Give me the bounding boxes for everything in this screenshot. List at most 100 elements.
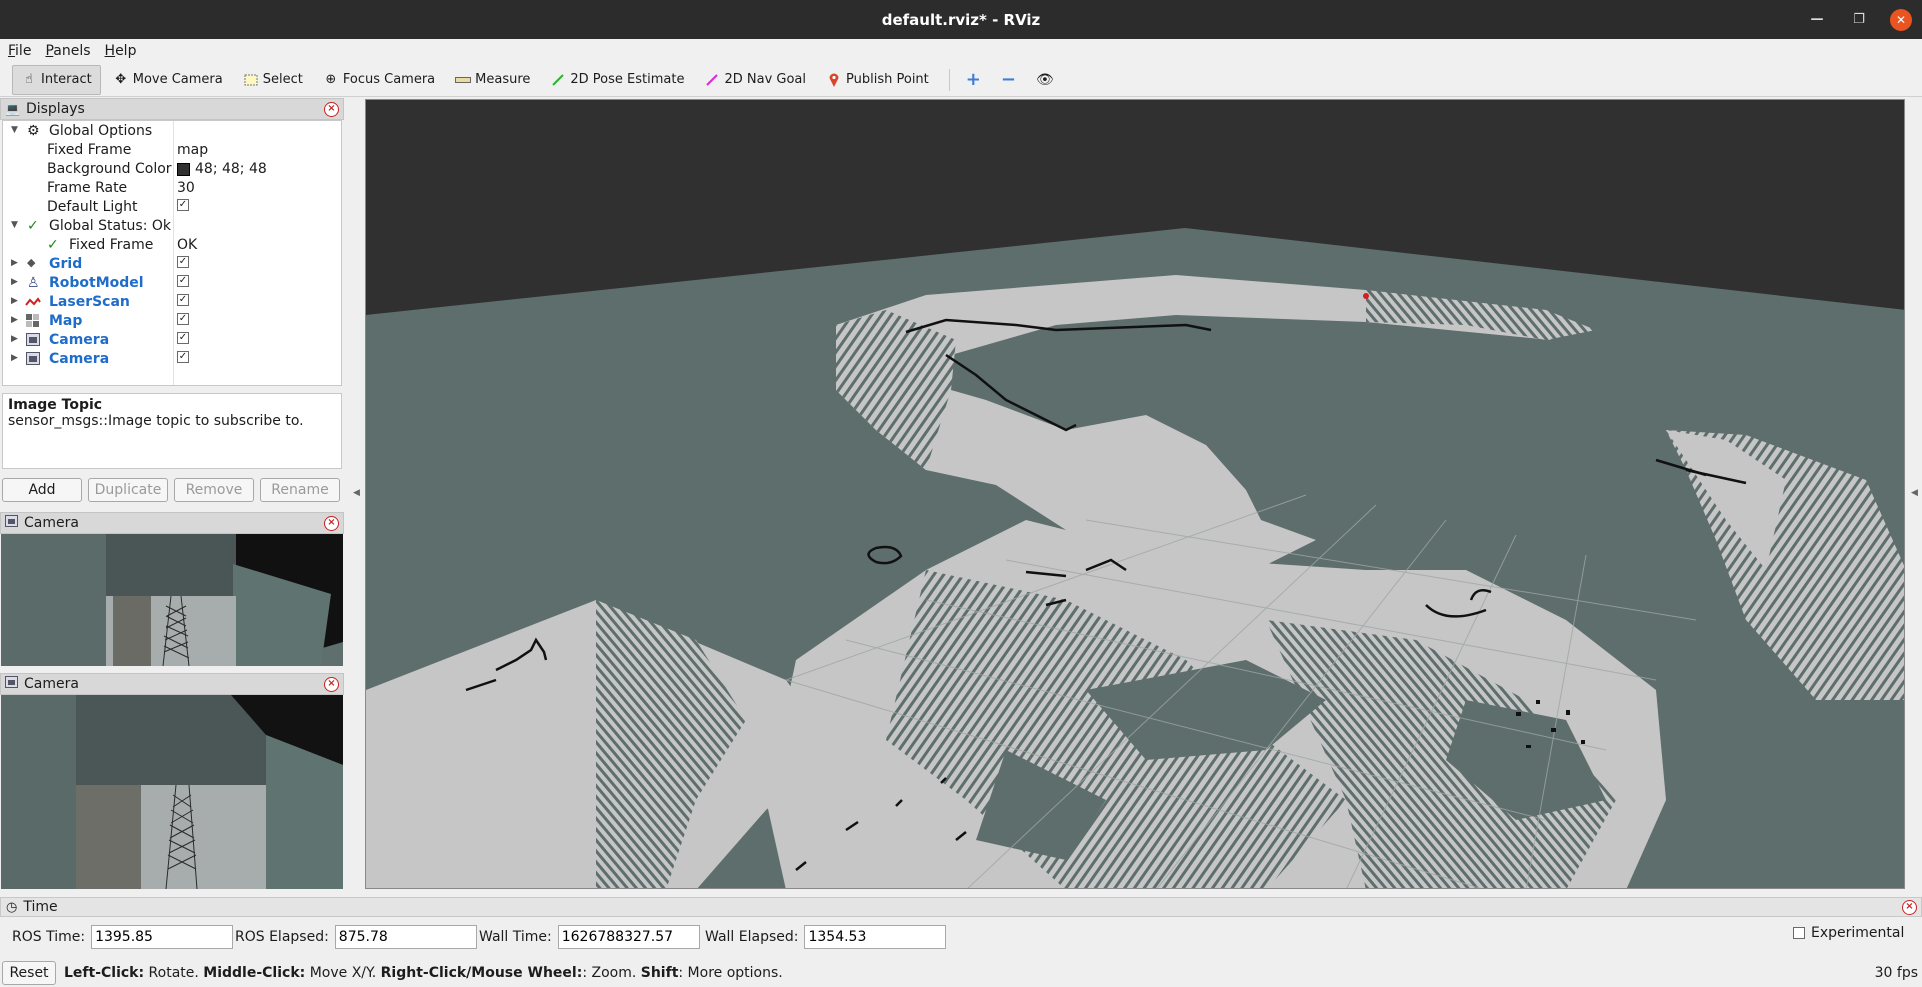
collapse-right-arrow-icon[interactable]: ◀ — [1911, 488, 1919, 498]
collapse-left-arrow-icon[interactable]: ◀ — [353, 488, 361, 498]
tree-row-robotmodel[interactable]: ▶ ♙ RobotModel ✓ — [3, 274, 341, 293]
tool-label: Measure — [475, 72, 531, 87]
collapsed-arrow-icon[interactable]: ▶ — [11, 353, 18, 363]
close-panel-icon[interactable]: × — [324, 677, 339, 692]
reset-button[interactable]: Reset — [2, 960, 56, 985]
tool-2d-pose-estimate[interactable]: 2D Pose Estimate — [542, 65, 692, 95]
tree-row-frame-rate[interactable]: Frame Rate 30 — [3, 179, 341, 198]
ros-elapsed-label: ROS Elapsed: — [235, 929, 329, 945]
experimental-option[interactable]: Experimental — [1793, 925, 1904, 941]
robot-icon: ♙ — [27, 275, 40, 291]
remove-tool-icon[interactable]: − — [993, 65, 1024, 95]
wall-elapsed-label: Wall Elapsed: — [705, 929, 799, 945]
map-enabled-checkbox[interactable]: ✓ — [177, 313, 189, 325]
close-panel-icon[interactable]: × — [324, 102, 339, 117]
tree-row-grid[interactable]: ▶ ◆ Grid ✓ — [3, 255, 341, 274]
wall-time-input[interactable] — [557, 925, 700, 949]
select-icon — [243, 72, 259, 88]
tool-focus-camera[interactable]: ⊕ Focus Camera — [315, 65, 443, 95]
tool-publish-point[interactable]: Publish Point — [818, 65, 937, 95]
tree-row-label: Global Options — [49, 123, 153, 139]
camera-display-icon — [26, 352, 40, 369]
display-label: Map — [49, 313, 83, 329]
restore-icon[interactable]: ❐ — [1848, 9, 1870, 31]
tool-select[interactable]: Select — [235, 65, 311, 95]
close-panel-icon[interactable]: × — [324, 516, 339, 531]
ros-time-input[interactable] — [91, 925, 234, 949]
camera-image-2[interactable] — [1, 695, 343, 889]
tree-row-global-options[interactable]: ▼ ⚙ Global Options — [3, 122, 341, 141]
default-light-checkbox[interactable]: ✓ — [177, 199, 189, 211]
camera-panel-header: Camera × — [0, 512, 344, 534]
tool-label: 2D Nav Goal — [724, 72, 807, 87]
ros-time-field: ROS Time: — [12, 925, 234, 949]
menu-help[interactable]: Help — [105, 43, 137, 59]
left-dock: 💻 Displays × ▼ ⚙ Global Options Fixed Fr… — [0, 98, 344, 891]
description-text: sensor_msgs::Image topic to subscribe to… — [8, 413, 304, 429]
tree-row-camera-1[interactable]: ▶ Camera ✓ — [3, 331, 341, 350]
camera-panel-header: Camera × — [0, 673, 344, 695]
wall-time-field: Wall Time: — [479, 925, 700, 949]
menu-file[interactable]: File — [8, 43, 31, 59]
remove-button[interactable]: Remove — [174, 478, 254, 502]
menu-panels[interactable]: Panels — [45, 43, 90, 59]
camera-panel-1: Camera × — [0, 512, 344, 667]
3d-render-view[interactable] — [365, 99, 1905, 889]
move-camera-icon: ✥ — [115, 72, 127, 87]
camera-image-1[interactable] — [1, 534, 343, 666]
tree-row-global-status[interactable]: ▼ ✓ Global Status: Ok — [3, 217, 341, 236]
wall-elapsed-input[interactable] — [804, 925, 947, 949]
magenta-arrow-icon — [704, 72, 720, 88]
grid-enabled-checkbox[interactable]: ✓ — [177, 256, 189, 268]
tool-2d-nav-goal[interactable]: 2D Nav Goal — [696, 65, 814, 95]
frame-rate-value[interactable]: 30 — [177, 180, 195, 196]
add-tool-icon[interactable]: + — [958, 65, 989, 95]
collapsed-arrow-icon[interactable]: ▶ — [11, 277, 18, 287]
camera-1-enabled-checkbox[interactable]: ✓ — [177, 332, 189, 344]
hint-text: Move X/Y. — [305, 964, 381, 981]
menu-bar: File Panels Help — [0, 39, 1922, 63]
expanded-arrow-icon[interactable]: ▼ — [11, 125, 18, 135]
color-swatch[interactable] — [177, 162, 190, 176]
camera-2-enabled-checkbox[interactable]: ✓ — [177, 351, 189, 363]
close-panel-icon[interactable]: × — [1902, 900, 1917, 915]
collapsed-arrow-icon[interactable]: ▶ — [11, 258, 18, 268]
ros-elapsed-input[interactable] — [334, 925, 477, 949]
time-panel-header: ◷ Time × — [0, 897, 1922, 917]
camera-panel-2: Camera × — [0, 673, 344, 889]
tool-move-camera[interactable]: ✥ Move Camera — [105, 65, 231, 95]
monitor-icon: 💻 — [5, 102, 20, 116]
toolbar: ☝ Interact ✥ Move Camera Select ⊕ Focus … — [0, 63, 1922, 97]
tool-interact[interactable]: ☝ Interact — [12, 64, 101, 95]
property-description: Image Topic sensor_msgs::Image topic to … — [2, 393, 342, 469]
laserscan-enabled-checkbox[interactable]: ✓ — [177, 294, 189, 306]
add-button[interactable]: Add — [2, 478, 82, 502]
minimize-icon[interactable]: — — [1806, 9, 1828, 31]
background-color-value[interactable]: 48; 48; 48 — [177, 161, 267, 177]
fixed-frame-value[interactable]: map — [177, 142, 208, 158]
close-icon[interactable]: ✕ — [1890, 8, 1912, 31]
experimental-checkbox[interactable] — [1793, 927, 1805, 939]
experimental-label: Experimental — [1811, 925, 1905, 941]
tree-row-default-light[interactable]: Default Light ✓ — [3, 198, 341, 217]
tree-row-fixed-frame[interactable]: Fixed Frame map — [3, 141, 341, 160]
duplicate-button[interactable]: Duplicate — [88, 478, 168, 502]
tree-row-camera-2[interactable]: ▶ Camera ✓ — [3, 350, 341, 369]
tree-row-status-fixed-frame[interactable]: ✓ Fixed Frame OK — [3, 236, 341, 255]
tree-row-map[interactable]: ▶ Map ✓ — [3, 312, 341, 331]
collapsed-arrow-icon[interactable]: ▶ — [11, 334, 18, 344]
tree-row-background-color[interactable]: Background Color 48; 48; 48 — [3, 160, 341, 179]
tool-label: Focus Camera — [342, 72, 436, 87]
window-title: default.rviz* - RViz — [881, 10, 1041, 29]
grid-icon: ◆ — [27, 256, 36, 269]
collapsed-arrow-icon[interactable]: ▶ — [11, 296, 18, 306]
tool-measure[interactable]: Measure — [447, 65, 538, 95]
collapsed-arrow-icon[interactable]: ▶ — [11, 315, 18, 325]
robotmodel-enabled-checkbox[interactable]: ✓ — [177, 275, 189, 287]
eye-icon[interactable]: 👁 — [1028, 65, 1062, 95]
tree-row-laserscan[interactable]: ▶ LaserScan ✓ — [3, 293, 341, 312]
expanded-arrow-icon[interactable]: ▼ — [11, 220, 18, 230]
rename-button[interactable]: Rename — [260, 478, 340, 502]
hint-text: : Zoom. — [582, 964, 641, 981]
property-key: Frame Rate — [47, 180, 128, 196]
